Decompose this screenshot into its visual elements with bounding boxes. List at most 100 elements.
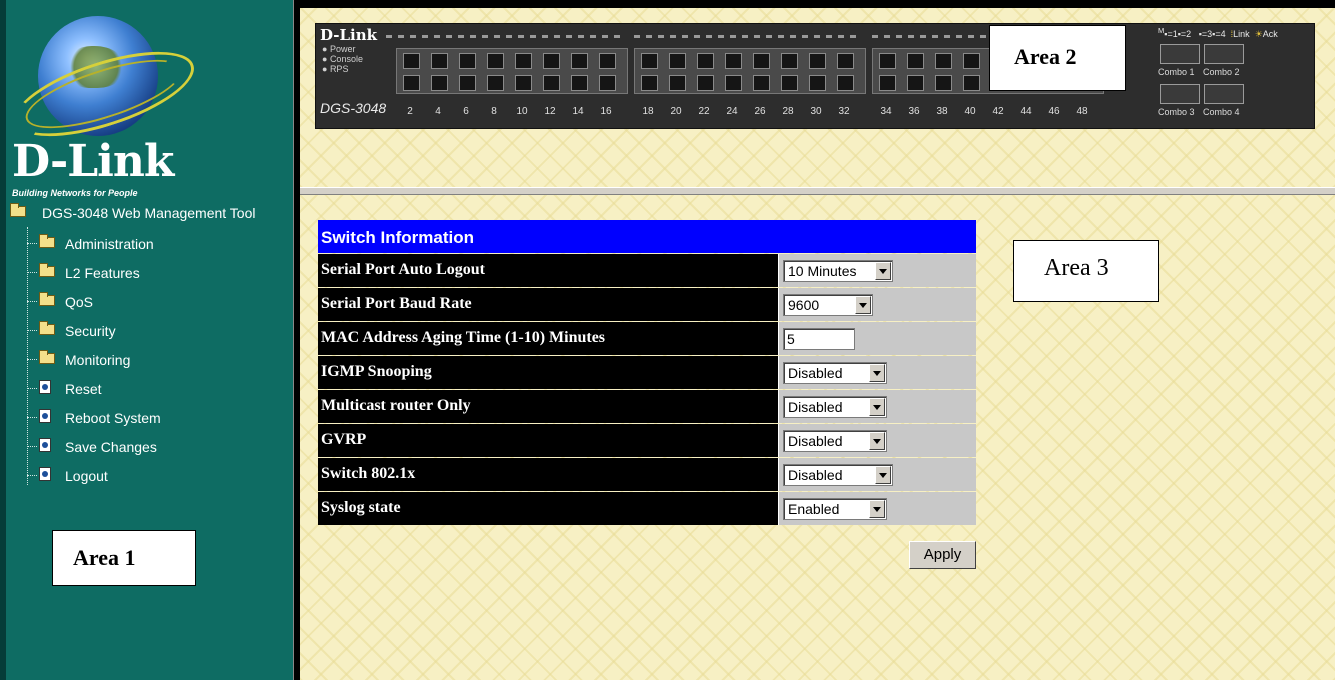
- row-label: Switch 802.1x: [318, 458, 778, 491]
- row-label: Serial Port Auto Logout: [318, 254, 778, 287]
- port-socket: [725, 53, 742, 69]
- switch-8021x-select[interactable]: Disabled: [783, 464, 893, 486]
- led-rps: ● RPS: [322, 64, 349, 74]
- port-socket: [907, 53, 924, 69]
- port-socket: [515, 75, 532, 91]
- combo-port-1: [1160, 44, 1200, 64]
- port-socket: [935, 53, 952, 69]
- panel-brand: D-Link: [320, 26, 378, 44]
- led-power: ● Power: [322, 44, 356, 54]
- led-row: [386, 35, 621, 38]
- open-folder-icon: [10, 203, 26, 217]
- port-socket: [809, 75, 826, 91]
- area-2-text: Area 2: [1014, 44, 1077, 69]
- combo-4-label: Combo 4: [1203, 107, 1240, 117]
- port-socket: [697, 53, 714, 69]
- table-row: Switch 802.1x Disabled: [318, 458, 976, 491]
- folder-icon: [39, 234, 55, 248]
- port-socket: [837, 75, 854, 91]
- port-socket: [963, 75, 980, 91]
- table-row: Serial Port Baud Rate 9600: [318, 288, 976, 321]
- port-group-1: [396, 48, 628, 94]
- port-number-label: 30: [810, 106, 822, 117]
- port-number-label: 34: [880, 106, 892, 117]
- port-number-label: 18: [642, 106, 654, 117]
- row-label: Syslog state: [318, 492, 778, 525]
- port-socket: [641, 53, 658, 69]
- port-socket: [459, 53, 476, 69]
- port-number-label: 6: [463, 106, 469, 117]
- port-number-label: 20: [670, 106, 682, 117]
- port-number-label: 32: [838, 106, 850, 117]
- port-socket: [725, 75, 742, 91]
- port-socket: [515, 53, 532, 69]
- logo-tagline: Building Networks for People: [12, 188, 138, 198]
- igmp-snooping-select[interactable]: Disabled: [783, 362, 887, 384]
- combo-port-3: [1160, 84, 1200, 104]
- apply-button[interactable]: Apply: [909, 541, 976, 569]
- folder-icon: [39, 292, 55, 306]
- page-icon: [39, 438, 51, 454]
- port-socket: [963, 53, 980, 69]
- table-row: Syslog state Enabled: [318, 492, 976, 525]
- folder-icon: [39, 321, 55, 335]
- row-value-cell: 9600: [778, 288, 976, 321]
- chevron-down-icon[interactable]: [869, 364, 885, 382]
- port-socket: [543, 75, 560, 91]
- port-socket: [571, 53, 588, 69]
- led-row: [634, 35, 859, 38]
- nav-item-label: Reset: [65, 381, 102, 397]
- port-socket: [669, 75, 686, 91]
- sidebar: D-Link Building Networks for People DGS-…: [0, 0, 294, 680]
- folder-icon: [39, 263, 55, 277]
- port-number-label: 40: [964, 106, 976, 117]
- chevron-down-icon[interactable]: [855, 296, 871, 314]
- table-row: Serial Port Auto Logout 10 Minutes: [318, 254, 976, 287]
- port-socket: [753, 75, 770, 91]
- nav-item-label: Logout: [65, 468, 108, 484]
- area-1-label: Area 1: [52, 530, 196, 586]
- port-socket: [599, 53, 616, 69]
- chevron-down-icon[interactable]: [875, 262, 891, 280]
- port-number-label: 2: [407, 106, 413, 117]
- port-socket: [697, 75, 714, 91]
- row-label: Serial Port Baud Rate: [318, 288, 778, 321]
- table-title-text: Switch Information: [321, 228, 474, 247]
- port-socket: [403, 53, 420, 69]
- area-1-text: Area 1: [73, 545, 136, 570]
- multicast-router-only-select[interactable]: Disabled: [783, 396, 887, 418]
- row-value-cell: Disabled: [778, 390, 976, 423]
- chevron-down-icon[interactable]: [869, 500, 885, 518]
- port-number-label: 14: [572, 106, 584, 117]
- table-row: GVRP Disabled: [318, 424, 976, 457]
- port-socket: [837, 53, 854, 69]
- mac-aging-time-input[interactable]: 5: [783, 328, 855, 350]
- port-number-label: 36: [908, 106, 920, 117]
- table-title: Switch Information: [318, 220, 976, 253]
- main-pane: Switch Information Serial Port Auto Logo…: [300, 195, 1335, 680]
- row-value-cell: 5: [778, 322, 976, 355]
- chevron-down-icon[interactable]: [869, 398, 885, 416]
- port-socket: [487, 75, 504, 91]
- combo-2-label: Combo 2: [1203, 67, 1240, 77]
- nav-item-label: Security: [65, 323, 116, 339]
- nav-item-label: Administration: [65, 236, 154, 252]
- baud-rate-select[interactable]: 9600: [783, 294, 873, 316]
- port-socket: [641, 75, 658, 91]
- port-number-label: 46: [1048, 106, 1060, 117]
- port-socket: [907, 75, 924, 91]
- chevron-down-icon[interactable]: [875, 466, 891, 484]
- table-row: Multicast router Only Disabled: [318, 390, 976, 423]
- syslog-state-select[interactable]: Enabled: [783, 498, 887, 520]
- serial-auto-logout-select[interactable]: 10 Minutes: [783, 260, 893, 282]
- chevron-down-icon[interactable]: [869, 432, 885, 450]
- port-socket: [809, 53, 826, 69]
- nav-item-label: L2 Features: [65, 265, 140, 281]
- combo-port-4: [1204, 84, 1244, 104]
- table-row: MAC Address Aging Time (1-10) Minutes 5: [318, 322, 976, 355]
- row-value-cell: Enabled: [778, 492, 976, 525]
- frame-divider[interactable]: [300, 187, 1335, 195]
- gvrp-select[interactable]: Disabled: [783, 430, 887, 452]
- port-number-label: 38: [936, 106, 948, 117]
- port-socket: [879, 75, 896, 91]
